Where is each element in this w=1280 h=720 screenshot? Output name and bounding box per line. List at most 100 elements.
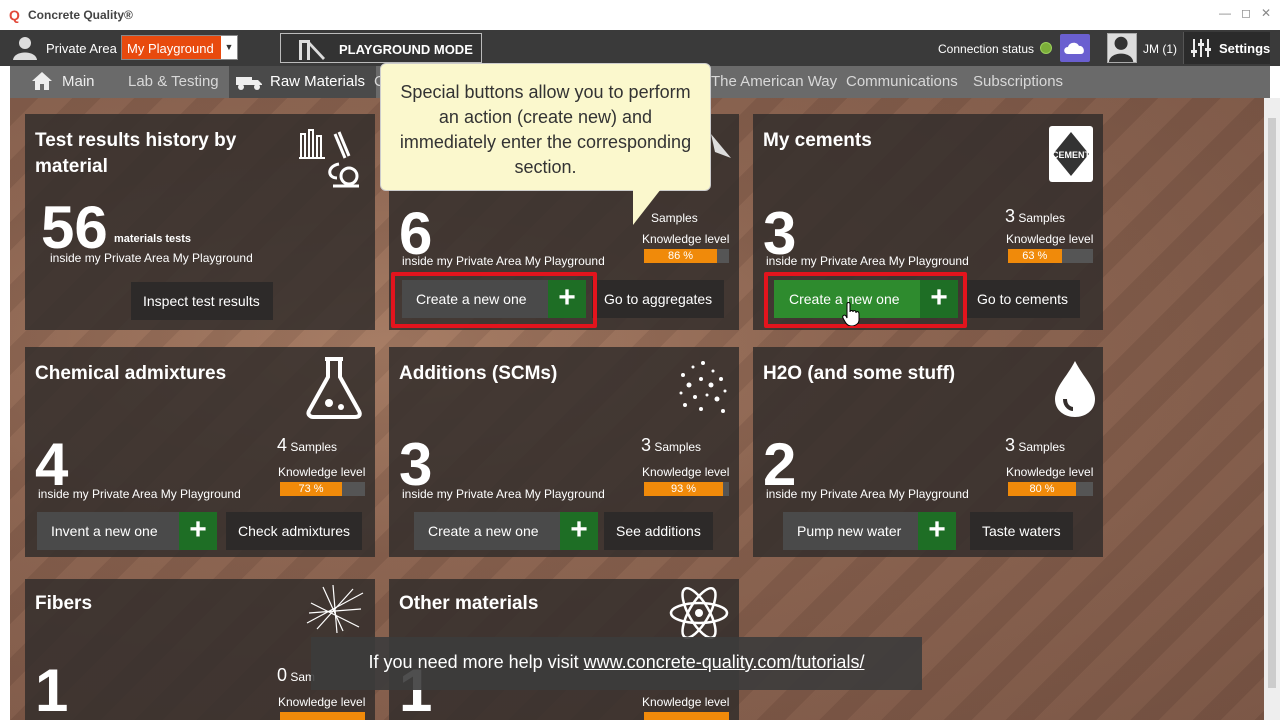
- user-avatar[interactable]: [1107, 33, 1137, 63]
- tile-title: Test results history by material: [35, 130, 237, 177]
- knowledge-level-label: Knowledge level: [1006, 232, 1094, 246]
- knowledge-level-label: Knowledge level: [642, 465, 730, 479]
- playground-slide-icon: [299, 40, 325, 60]
- tile-inside-label: inside my Private Area My Playground: [766, 487, 969, 501]
- app-title: Concrete Quality®: [28, 8, 133, 22]
- inspect-test-results-button[interactable]: Inspect test results: [131, 282, 273, 320]
- plus-icon: +: [918, 512, 956, 550]
- tile-title: My cements: [763, 130, 872, 151]
- tile-samples-count: 0: [277, 665, 288, 685]
- taste-waters-button[interactable]: Taste waters: [970, 512, 1073, 550]
- user-label[interactable]: JM (1): [1143, 42, 1177, 56]
- minimize-icon[interactable]: —: [1218, 6, 1232, 20]
- create-label: Create a new one: [428, 523, 539, 539]
- tile-count: 2: [763, 431, 797, 498]
- go-to-cements-button[interactable]: Go to cements: [965, 280, 1081, 318]
- knowledge-level-bar: 93 %: [644, 482, 729, 496]
- check-admixtures-button[interactable]: Check admixtures: [226, 512, 363, 550]
- knowledge-level-fill: 80 %: [1008, 482, 1076, 496]
- home-icon[interactable]: [31, 71, 53, 91]
- private-area-icon: [13, 37, 37, 60]
- chevron-down-icon: ▼: [221, 36, 237, 59]
- tutorials-link[interactable]: www.concrete-quality.com/tutorials/: [584, 652, 865, 672]
- nav-item-american-way[interactable]: The American Way: [711, 73, 837, 90]
- cloud-sync-button[interactable]: [1060, 34, 1090, 62]
- pump-new-water-button[interactable]: Pump new water +: [783, 512, 956, 550]
- scrollbar-thumb[interactable]: [1268, 118, 1276, 688]
- playground-select-value: My Playground: [127, 41, 214, 56]
- nav-item-main[interactable]: Main: [62, 73, 95, 90]
- window-titlebar: Q Concrete Quality® — ◻ ✕: [0, 0, 1280, 30]
- knowledge-level-fill: 63 %: [1008, 249, 1062, 263]
- plus-icon: +: [179, 512, 217, 550]
- go-label: See additions: [616, 523, 701, 539]
- tile-inside-label: inside my Private Area My Playground: [766, 254, 969, 268]
- tile-count: 1: [35, 657, 69, 720]
- flask-icon: [306, 357, 362, 419]
- see-additions-button[interactable]: See additions: [604, 512, 713, 550]
- create-label: Invent a new one: [51, 523, 158, 539]
- knowledge-level-bar: [280, 712, 365, 720]
- tile-title: Fibers: [35, 593, 93, 614]
- help-banner: If you need more help visit www.concrete…: [311, 637, 922, 690]
- tile-title: H2O (and some stuff): [763, 363, 956, 384]
- knowledge-level-label: Knowledge level: [642, 695, 730, 709]
- private-area-label: Private Area: [46, 41, 117, 56]
- knowledge-level-bar: 80 %: [1008, 482, 1093, 496]
- maximize-icon[interactable]: ◻: [1239, 6, 1253, 20]
- svg-text:CEMENT: CEMENT: [1052, 150, 1091, 160]
- tile-test-results-history: Test results history by material 56 mate…: [25, 114, 375, 330]
- plus-icon: +: [560, 512, 598, 550]
- knowledge-level-fill: 93 %: [644, 482, 724, 496]
- nav-item-communications[interactable]: Communications: [846, 73, 958, 90]
- settings-button[interactable]: Settings: [1183, 32, 1270, 64]
- tile-inside-label: inside my Private Area My Playground: [402, 254, 605, 268]
- close-icon[interactable]: ✕: [1259, 6, 1273, 20]
- knowledge-level-label: Knowledge level: [278, 465, 366, 479]
- knowledge-level-label: Knowledge level: [642, 232, 730, 246]
- playground-mode-button[interactable]: PLAYGROUND MODE: [280, 33, 482, 63]
- water-drop-icon: [1055, 361, 1095, 417]
- go-label: Taste waters: [982, 523, 1061, 539]
- tile-samples-count: 3: [1005, 206, 1016, 226]
- particles-icon: [679, 361, 727, 413]
- top-bar: Private Area My Playground ▼ PLAYGROUND …: [0, 30, 1280, 66]
- tile-samples: 3 Samples: [641, 435, 701, 456]
- connection-status-led: [1040, 42, 1052, 54]
- truck-icon: [236, 77, 262, 90]
- tile-samples: 4 Samples: [277, 435, 337, 456]
- nav-item-raw-materials[interactable]: Raw Materials: [229, 66, 376, 98]
- highlight-box: [391, 272, 597, 328]
- playground-select[interactable]: My Playground ▼: [121, 35, 238, 60]
- create-label: Pump new water: [797, 523, 902, 539]
- vertical-scrollbar[interactable]: [1264, 98, 1280, 720]
- nav-item-subscriptions[interactable]: Subscriptions: [973, 73, 1063, 90]
- knowledge-level-bar: 63 %: [1008, 249, 1093, 263]
- tile-samples-count: 4: [277, 435, 288, 455]
- settings-label: Settings: [1219, 41, 1271, 56]
- tile-samples-count: 3: [641, 435, 652, 455]
- create-addition-button[interactable]: Create a new one +: [414, 512, 598, 550]
- go-label: Go to aggregates: [604, 291, 713, 307]
- tile-count: 56: [41, 194, 108, 261]
- tile-title: Additions (SCMs): [399, 363, 558, 384]
- invent-admixture-button[interactable]: Invent a new one +: [37, 512, 217, 550]
- tile-inside-label: inside my Private Area My Playground: [402, 487, 605, 501]
- knowledge-level-label: Knowledge level: [278, 695, 366, 709]
- tile-samples: 3 Samples: [1005, 206, 1065, 227]
- nav-item-raw-materials-label: Raw Materials: [270, 73, 366, 90]
- nav-item-lab-testing[interactable]: Lab & Testing: [128, 73, 219, 90]
- go-to-aggregates-button[interactable]: Go to aggregates: [592, 280, 725, 318]
- user-icon: [1108, 36, 1134, 62]
- knowledge-level-fill: 73 %: [280, 482, 343, 496]
- go-label: Check admixtures: [238, 523, 351, 539]
- tile-count: 3: [399, 431, 433, 498]
- cloud-icon: [1064, 42, 1084, 54]
- tile-samples-label: Samples: [1018, 211, 1066, 225]
- tooltip-text: Special buttons allow you to perform an …: [399, 82, 692, 177]
- knowledge-level-fill: 86 %: [644, 249, 718, 263]
- tile-samples: 3 Samples: [1005, 435, 1065, 456]
- tile-h2o: H2O (and some stuff) 2 3 Samples Knowled…: [753, 347, 1103, 557]
- tile-chemical-admixtures: Chemical admixtures 4 4 Samples Knowledg…: [25, 347, 375, 557]
- connection-status-label: Connection status: [938, 42, 1035, 56]
